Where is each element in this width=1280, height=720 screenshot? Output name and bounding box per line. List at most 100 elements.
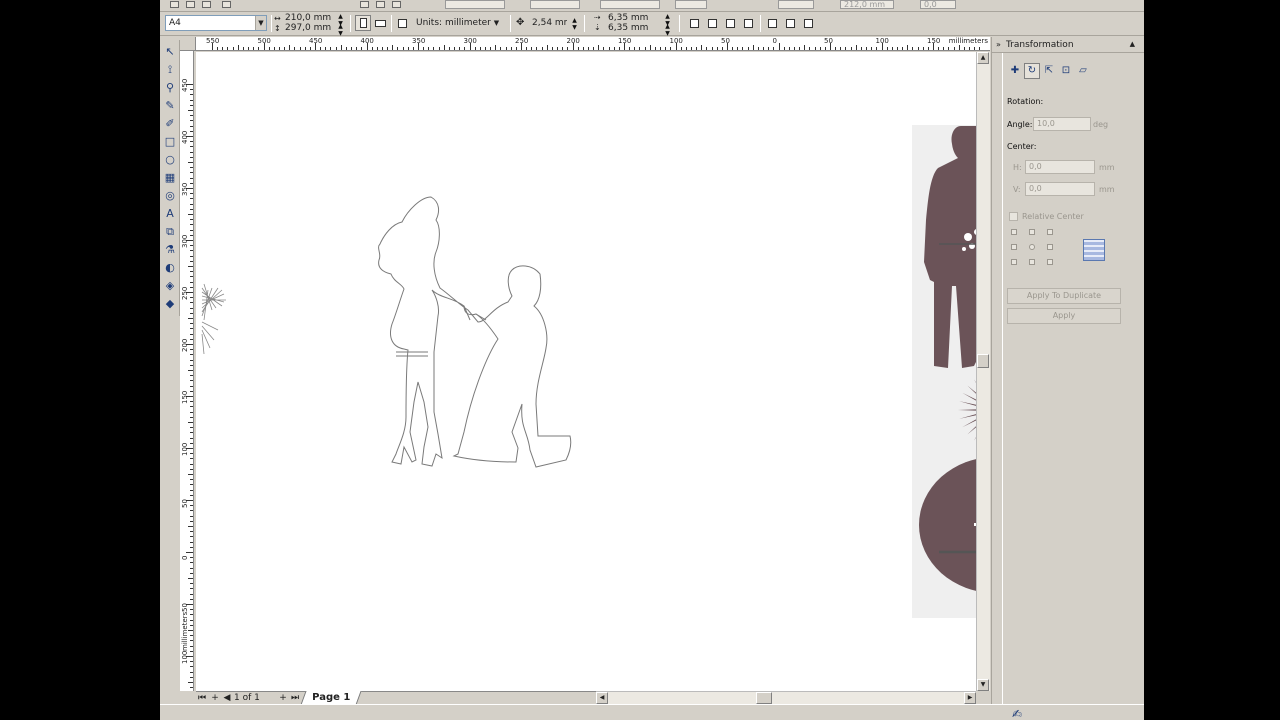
interactive-fill-tool-icon[interactable]: ◆: [162, 296, 178, 312]
scroll-right-arrow[interactable]: ▶: [964, 692, 976, 704]
anchor-top-center[interactable]: [1029, 229, 1035, 235]
duplicate-y-value[interactable]: 6,35 mm: [608, 23, 648, 33]
units-select[interactable]: millimeters ▼: [441, 15, 503, 31]
treat-as-filled-button[interactable]: [764, 15, 780, 31]
chevron-down-icon[interactable]: ▼: [255, 16, 266, 30]
rectangle-tool-icon[interactable]: □: [162, 134, 178, 150]
prev-page-icon[interactable]: ◀: [222, 692, 232, 704]
page-width-value[interactable]: 210,0 mm: [285, 13, 331, 23]
interactive-blend-tool-icon[interactable]: ⧉: [162, 224, 178, 240]
add-page-after-icon[interactable]: +: [278, 692, 288, 704]
angle-field[interactable]: 10,0: [1033, 117, 1091, 131]
horizontal-scrollbar[interactable]: ◀ ▶: [596, 691, 976, 704]
anchor-top-left[interactable]: [1011, 229, 1017, 235]
units-value: millimeters: [445, 18, 496, 28]
ruler-label: 200: [566, 37, 580, 45]
spiral-tool-icon[interactable]: ◎: [162, 188, 178, 204]
snap-objects-button[interactable]: [722, 15, 738, 31]
height-spinner[interactable]: ▲ ▼: [336, 23, 345, 37]
tab-page-1[interactable]: Page 1: [300, 691, 362, 705]
outline-tool-icon[interactable]: ◐: [162, 260, 178, 276]
scroll-down-arrow[interactable]: ▼: [977, 679, 989, 691]
toolbar-icon[interactable]: [202, 1, 211, 8]
drawing-canvas[interactable]: [196, 52, 976, 691]
scroll-thumb-horizontal[interactable]: [756, 692, 772, 704]
docker-arrow-icon[interactable]: ▲: [1130, 40, 1135, 48]
ruler-minor-tick: [433, 47, 435, 50]
proposal-silhouette-outline[interactable]: [378, 196, 572, 468]
anchor-middle-right[interactable]: [1047, 244, 1053, 250]
zoom-tool-icon[interactable]: ⚲: [162, 80, 178, 96]
zoom-field[interactable]: [445, 0, 505, 9]
rotate-mode-icon[interactable]: ↻: [1024, 63, 1040, 79]
vertical-ruler[interactable]: 450 400 350 300 250 200 150 100 50 0 50 100 millime…: [180, 51, 194, 691]
h-field[interactable]: 0,0: [1025, 160, 1095, 174]
eyedropper-tool-icon[interactable]: ⚗: [162, 242, 178, 258]
relative-center-checkbox[interactable]: [1009, 212, 1018, 221]
scroll-thumb[interactable]: [977, 354, 989, 368]
anchor-center[interactable]: [1029, 244, 1035, 250]
toolbar-icon[interactable]: [170, 1, 179, 8]
apply-button[interactable]: Apply: [1007, 308, 1121, 324]
size-mode-icon[interactable]: ⊡: [1058, 63, 1074, 79]
horizontal-ruler[interactable]: 550 500 450 400 350 300 250 200 150 100 50 0 50 100 15…: [196, 37, 990, 51]
shape-tool-icon[interactable]: ⟟: [162, 62, 178, 78]
landscape-button[interactable]: [372, 15, 388, 31]
nudge-spinner[interactable]: ▲ ▼: [570, 17, 579, 31]
skew-mode-icon[interactable]: ⏥: [1075, 63, 1091, 79]
docker-collapse-icon[interactable]: »: [996, 40, 1001, 49]
toolbar-icon[interactable]: [360, 1, 369, 8]
chevron-down-icon[interactable]: ▼: [491, 16, 502, 30]
duplicate-x-value[interactable]: 6,35 mm: [608, 13, 648, 23]
toolbar-icon[interactable]: [376, 1, 385, 8]
first-page-icon[interactable]: ⏮: [197, 692, 207, 704]
smart-fill-tool-icon[interactable]: ✐: [162, 116, 178, 132]
anchor-top-right[interactable]: [1047, 229, 1053, 235]
toolbar-icon[interactable]: [186, 1, 195, 8]
add-page-before-icon[interactable]: +: [210, 692, 220, 704]
scroll-up-arrow[interactable]: ▲: [977, 52, 989, 64]
portrait-button[interactable]: [355, 15, 371, 31]
ruler-minor-tick: [190, 458, 193, 460]
ruler-minor-tick: [227, 47, 229, 50]
fill-tool-icon[interactable]: ◈: [162, 278, 178, 294]
v-field[interactable]: 0,0: [1025, 182, 1095, 196]
ruler-minor-tick: [190, 260, 193, 262]
anchor-bottom-left[interactable]: [1011, 259, 1017, 265]
toolbar-icon[interactable]: [392, 1, 401, 8]
scroll-left-arrow[interactable]: ◀: [596, 692, 608, 704]
scale-mode-icon[interactable]: ⇱: [1041, 63, 1057, 79]
text-tool-icon[interactable]: A: [162, 206, 178, 222]
vertical-scrollbar[interactable]: ▲ ▼: [976, 52, 990, 691]
ruler-minor-tick: [397, 47, 399, 50]
polygon-tool-icon[interactable]: ▦: [162, 170, 178, 186]
ruler-minor-tick: [190, 510, 193, 512]
ellipse-tool-icon[interactable]: ○: [162, 152, 178, 168]
anchor-bottom-right[interactable]: [1047, 259, 1053, 265]
ruler-minor-tick: [752, 45, 754, 50]
anchor-bottom-center[interactable]: [1029, 259, 1035, 265]
align-button[interactable]: [800, 15, 816, 31]
all-pages-button[interactable]: [394, 15, 410, 31]
anchor-middle-left[interactable]: [1011, 244, 1017, 250]
ruler-minor-tick: [190, 645, 193, 647]
snap-grid-button[interactable]: [686, 15, 702, 31]
last-page-icon[interactable]: ⏭: [290, 692, 300, 704]
ruler-minor-tick: [190, 593, 193, 595]
apply-to-grid-icon[interactable]: [1083, 239, 1105, 261]
position-mode-icon[interactable]: ✚: [1007, 63, 1023, 79]
ruler-minor-tick: [531, 47, 533, 50]
snap-guidelines-button[interactable]: [704, 15, 720, 31]
ruler-origin[interactable]: [180, 37, 196, 51]
dup-y-spinner[interactable]: ▲ ▼: [663, 23, 672, 37]
options-button[interactable]: [782, 15, 798, 31]
dynamic-guides-button[interactable]: [740, 15, 756, 31]
apply-to-duplicate-button[interactable]: Apply To Duplicate: [1007, 288, 1121, 304]
pick-tool-icon[interactable]: ↖: [162, 44, 178, 60]
toolbar-icon[interactable]: [222, 1, 231, 8]
freehand-tool-icon[interactable]: ✎: [162, 98, 178, 114]
nudge-field[interactable]: 2,54 mm: [528, 15, 568, 31]
paper-size-select[interactable]: A4 ▼: [165, 15, 267, 31]
page-height-value[interactable]: 297,0 mm: [285, 23, 331, 33]
sunburst-outline-shape[interactable]: [201, 283, 226, 355]
